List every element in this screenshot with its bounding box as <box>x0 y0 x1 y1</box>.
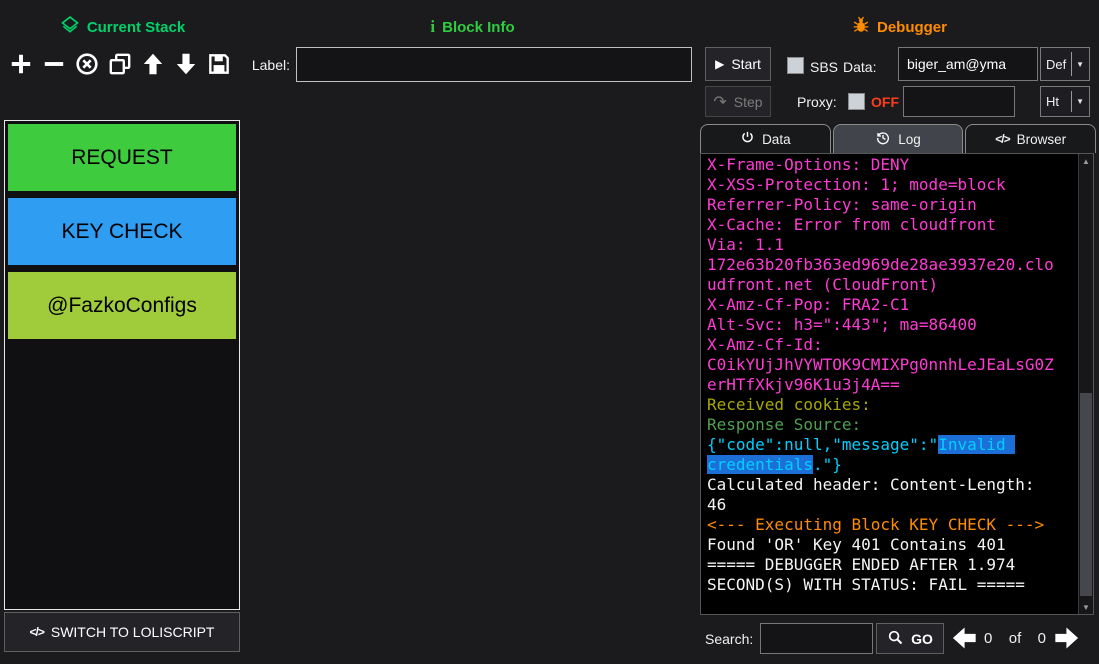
log-scrollbar[interactable]: ▲ ▼ <box>1078 154 1093 614</box>
delete-all-blocks-button[interactable] <box>72 48 102 80</box>
match-of-label: of <box>1009 630 1022 647</box>
log-line: C0ikYUjJhVYWTOK9CMIXPg0nnhLeJEaLsG0ZerHT… <box>707 355 1057 395</box>
sbs-label: SBS <box>810 59 838 75</box>
current-stack-title: Current Stack <box>87 19 185 36</box>
bug-icon <box>852 16 870 38</box>
log-line: X-Amz-Cf-Pop: FRA2-C1 <box>707 295 1057 315</box>
browser-code-icon: </> <box>995 132 1009 146</box>
save-stack-button[interactable] <box>204 48 234 80</box>
step-label: Step <box>734 94 763 110</box>
debugger-log-panel: X-Frame-Options: DENYX-XSS-Protection: 1… <box>700 153 1094 615</box>
tab-browser-label: Browser <box>1017 132 1067 147</box>
log-line: Calculated header: Content-Length: 46 <box>707 475 1057 515</box>
log-line: X-Frame-Options: DENY <box>707 155 1057 175</box>
remove-block-button[interactable] <box>39 48 69 80</box>
match-current: 0 <box>984 630 992 647</box>
stack-diamond-icon <box>60 15 80 39</box>
chevron-down-icon: ▼ <box>1076 97 1084 106</box>
switch-to-loliscript-label: SWITCH TO LOLISCRIPT <box>51 624 215 640</box>
stack-panel: REQUEST KEY CHECK @FazkoConfigs <box>4 120 240 610</box>
log-line: 172e63b20fb363ed969de28ae3937e20.cloudfr… <box>707 255 1057 295</box>
scroll-down-icon[interactable]: ▼ <box>1079 600 1093 614</box>
debugger-title: Debugger <box>877 19 947 36</box>
code-icon: </> <box>30 625 44 639</box>
tab-log[interactable]: Log <box>833 124 964 153</box>
sbs-checkbox[interactable] <box>787 57 804 74</box>
openbullet-window: Current Stack i Block Info Debugger <box>0 0 1099 664</box>
data-label: Data: <box>843 59 876 75</box>
tab-data-label: Data <box>762 132 791 147</box>
stack-list: REQUEST KEY CHECK @FazkoConfigs <box>5 121 239 342</box>
log-line: X-Cache: Error from cloudfront <box>707 215 1057 235</box>
arrow-right-icon <box>1053 624 1081 655</box>
log-line: <--- Executing Block KEY CHECK ---> <box>707 515 1057 535</box>
data-input[interactable] <box>898 47 1038 81</box>
search-icon <box>887 629 904 649</box>
log-line: X-XSS-Protection: 1; mode=block <box>707 175 1057 195</box>
log-line: Found 'OR' Key 401 Contains 401 <box>707 535 1057 555</box>
wordlist-type-value: Def <box>1046 57 1067 72</box>
search-label: Search: <box>705 631 753 647</box>
block-info-header: i Block Info <box>245 16 700 38</box>
log-line: Received cookies: <box>707 395 1057 415</box>
log-line: X-Amz-Cf-Id: <box>707 335 1057 355</box>
play-icon: ▶ <box>715 57 724 71</box>
scrollbar-thumb[interactable] <box>1080 393 1092 595</box>
tab-data[interactable]: Data <box>700 124 831 153</box>
search-input[interactable] <box>760 623 873 654</box>
log-line: Via: 1.1 <box>707 235 1057 255</box>
stack-toolbar <box>6 48 234 80</box>
start-button[interactable]: ▶ Start <box>705 47 771 81</box>
tab-log-label: Log <box>898 132 921 147</box>
proxy-type-value: Ht <box>1046 94 1067 109</box>
proxy-type-dropdown[interactable]: Ht ▼ <box>1040 86 1090 117</box>
clone-block-button[interactable] <box>105 48 135 80</box>
info-icon: i <box>430 17 435 37</box>
arrow-left-icon <box>950 624 978 655</box>
current-stack-header: Current Stack <box>0 16 245 38</box>
debugger-header: Debugger <box>700 16 1099 38</box>
match-total: 0 <box>1038 630 1046 647</box>
data-tab-icon <box>740 130 755 148</box>
debugger-tabs: Data Log </> Browser <box>700 124 1096 153</box>
move-block-up-button[interactable] <box>138 48 168 80</box>
proxy-label: Proxy: <box>797 94 837 110</box>
log-content[interactable]: X-Frame-Options: DENYX-XSS-Protection: 1… <box>701 154 1079 614</box>
step-button[interactable]: ↷ Step <box>705 86 771 117</box>
proxy-status: OFF <box>871 94 899 110</box>
scroll-up-icon[interactable]: ▲ <box>1079 154 1093 168</box>
stack-block[interactable]: @FazkoConfigs <box>8 272 236 339</box>
wordlist-type-dropdown[interactable]: Def ▼ <box>1040 47 1090 81</box>
log-line: Referrer-Policy: same-origin <box>707 195 1057 215</box>
chevron-down-icon: ▼ <box>1076 60 1084 69</box>
dropdown-divider <box>1071 52 1072 76</box>
go-button[interactable]: GO <box>876 623 944 654</box>
previous-match-button[interactable] <box>949 624 979 654</box>
stack-block[interactable]: REQUEST <box>8 124 236 191</box>
stack-block[interactable]: KEY CHECK <box>8 198 236 265</box>
tab-browser[interactable]: </> Browser <box>965 124 1096 153</box>
proxy-checkbox[interactable] <box>848 93 865 110</box>
history-icon <box>875 130 891 149</box>
block-label-input[interactable] <box>296 47 692 82</box>
log-line: Response Source: <box>707 415 1057 435</box>
move-block-down-button[interactable] <box>171 48 201 80</box>
log-line: ===== DEBUGGER ENDED AFTER 1.974 SECOND(… <box>707 555 1057 595</box>
start-label: Start <box>731 56 761 72</box>
proxy-input[interactable] <box>903 86 1015 117</box>
add-block-button[interactable] <box>6 48 36 80</box>
step-arrow-icon: ↷ <box>713 92 726 112</box>
log-line: Alt-Svc: h3=":443"; ma=86400 <box>707 315 1057 335</box>
log-line: {"code":null,"message":"Invalid credenti… <box>707 435 1057 475</box>
dropdown-divider <box>1071 91 1072 112</box>
block-info-title: Block Info <box>442 19 515 36</box>
switch-to-loliscript-button[interactable]: </> SWITCH TO LOLISCRIPT <box>4 612 240 652</box>
go-label: GO <box>911 631 933 647</box>
block-label-caption: Label: <box>245 57 290 73</box>
match-pager: 0 of 0 <box>984 630 1046 647</box>
next-match-button[interactable] <box>1052 624 1082 654</box>
